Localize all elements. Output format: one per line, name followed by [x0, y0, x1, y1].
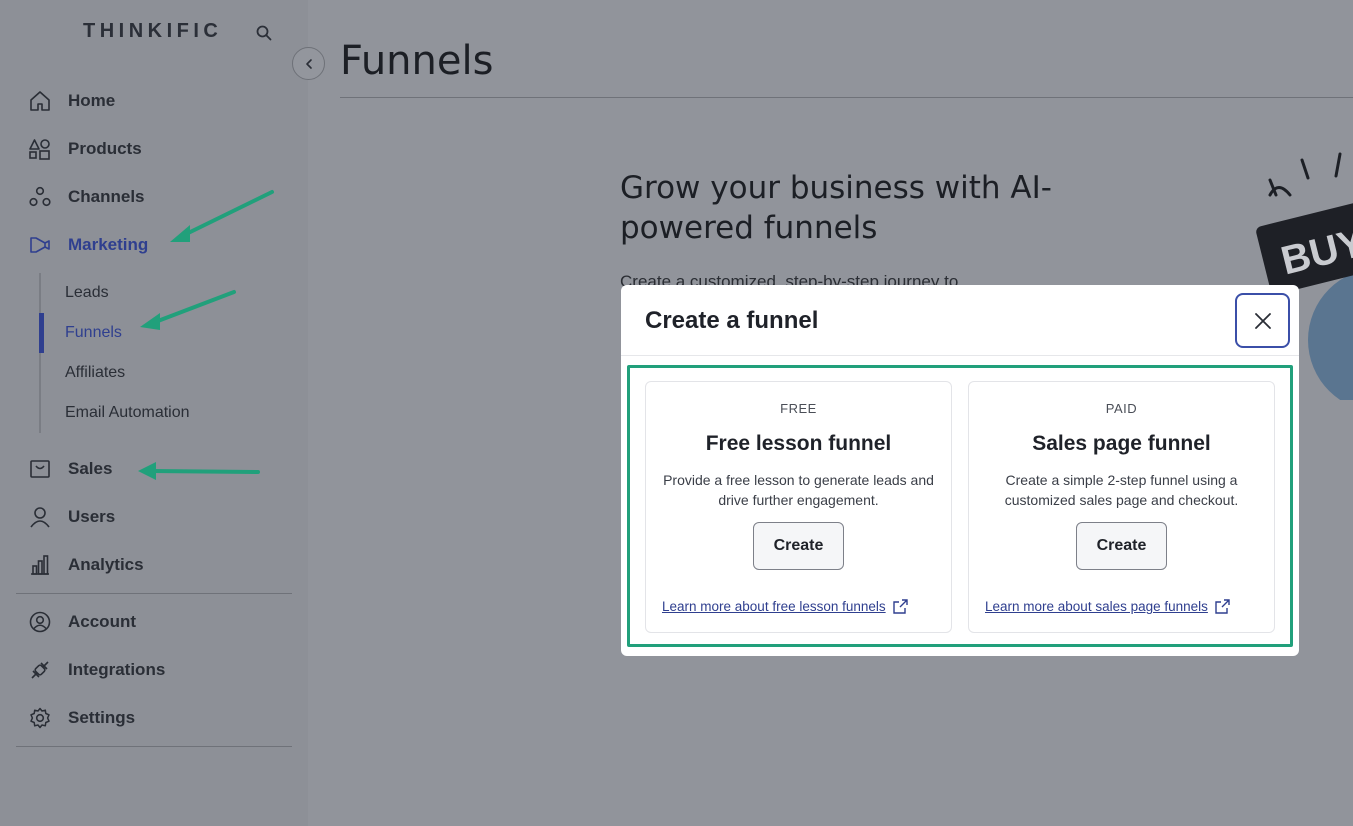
sidebar-item-products[interactable]: Products — [28, 135, 142, 163]
account-icon — [28, 610, 52, 634]
external-link-icon — [892, 599, 908, 614]
sidebar-subitem-leads[interactable]: Leads — [65, 284, 109, 302]
modal-header: Create a funnel — [621, 285, 1299, 356]
sidebar-item-label: Users — [68, 507, 116, 526]
sidebar-item-label: Integrations — [68, 660, 166, 679]
sidebar-item-account[interactable]: Account — [28, 608, 136, 636]
sidebar-item-settings[interactable]: Settings — [28, 704, 135, 732]
close-icon — [1254, 312, 1271, 329]
annotation-arrow-sales — [138, 462, 260, 480]
title-divider — [340, 97, 1353, 98]
sidebar-item-label: Analytics — [68, 555, 144, 574]
external-link-icon — [1215, 599, 1230, 614]
chevron-left-icon — [305, 58, 312, 69]
sidebar-item-analytics[interactable]: Analytics — [28, 551, 144, 579]
sidebar-item-label: Home — [68, 91, 116, 110]
sidebar: THINKIFIC Home Products Channels Marketi… — [0, 0, 308, 826]
bar-chart-icon — [28, 553, 52, 577]
channels-icon — [28, 185, 52, 209]
megaphone-icon — [28, 233, 52, 257]
sidebar-subitem-affiliates[interactable]: Affiliates — [65, 364, 125, 382]
sidebar-item-integrations[interactable]: Integrations — [28, 656, 165, 684]
card-tag: PAID — [1105, 401, 1138, 416]
submenu-line — [39, 273, 41, 433]
submenu-active-indicator — [39, 313, 44, 353]
card-description: Provide a free lesson to generate leads … — [663, 472, 934, 508]
sidebar-subitem-funnels[interactable]: Funnels — [65, 324, 122, 342]
annotation-arrow-marketing — [170, 190, 274, 242]
hero-heading: Grow your business with AI-powered funne… — [620, 170, 1052, 246]
brand-row: THINKIFIC — [0, 0, 308, 66]
link-text: Learn more about free lesson funnels — [662, 599, 886, 614]
link-text: Learn more about sales page funnels — [985, 599, 1208, 614]
sidebar-subitem-email-automation[interactable]: Email Automation — [65, 404, 190, 422]
sidebar-item-label: Marketing — [68, 235, 149, 254]
gear-icon — [28, 706, 52, 730]
learn-more-free-lesson-link[interactable]: Learn more about free lesson funnels — [662, 598, 909, 615]
modal-title: Create a funnel — [645, 307, 819, 334]
sidebar-item-users[interactable]: Users — [28, 503, 115, 531]
sidebar-item-label: Settings — [68, 708, 136, 727]
shapes-icon — [28, 137, 52, 161]
sidebar-item-label: Account — [68, 612, 136, 631]
create-free-lesson-funnel-button[interactable]: Create — [753, 522, 844, 570]
card-title: Free lesson funnel — [705, 432, 892, 455]
sales-icon — [28, 457, 52, 481]
search-icon[interactable] — [255, 24, 273, 42]
collapse-sidebar-button[interactable] — [292, 47, 325, 80]
funnel-card-paid: PAID Sales page funnel Create a simple 2… — [968, 381, 1275, 633]
sidebar-item-home[interactable]: Home — [28, 87, 115, 115]
home-icon — [28, 89, 52, 113]
page-title: Funnels — [340, 38, 494, 84]
sidebar-item-label: Channels — [68, 187, 145, 206]
sidebar-item-label: Sales — [68, 459, 113, 478]
card-description: Create a simple 2-step funnel using a cu… — [1004, 472, 1239, 508]
hero-subtext: Create a customized, step-by-step journe… — [620, 272, 959, 286]
close-button[interactable] — [1235, 293, 1290, 348]
user-icon — [28, 505, 52, 529]
sidebar-item-marketing[interactable]: Marketing — [28, 231, 148, 259]
sidebar-item-channels[interactable]: Channels — [28, 183, 145, 211]
funnel-card-free: FREE Free lesson funnel Provide a free l… — [645, 381, 952, 633]
card-tag: FREE — [780, 401, 817, 416]
learn-more-sales-page-link[interactable]: Learn more about sales page funnels — [985, 598, 1231, 615]
card-title: Sales page funnel — [1032, 432, 1211, 455]
brand-logo[interactable]: THINKIFIC — [83, 20, 222, 43]
annotation-arrow-funnels — [140, 290, 236, 330]
sidebar-item-label: Products — [68, 139, 142, 158]
create-funnel-modal: Create a funnel FREE Free lesson funnel … — [621, 285, 1299, 656]
sidebar-item-sales[interactable]: Sales — [28, 455, 112, 483]
plug-icon — [28, 658, 52, 682]
sidebar-divider — [16, 593, 292, 594]
create-sales-page-funnel-button[interactable]: Create — [1076, 522, 1167, 570]
sidebar-divider — [16, 746, 292, 747]
